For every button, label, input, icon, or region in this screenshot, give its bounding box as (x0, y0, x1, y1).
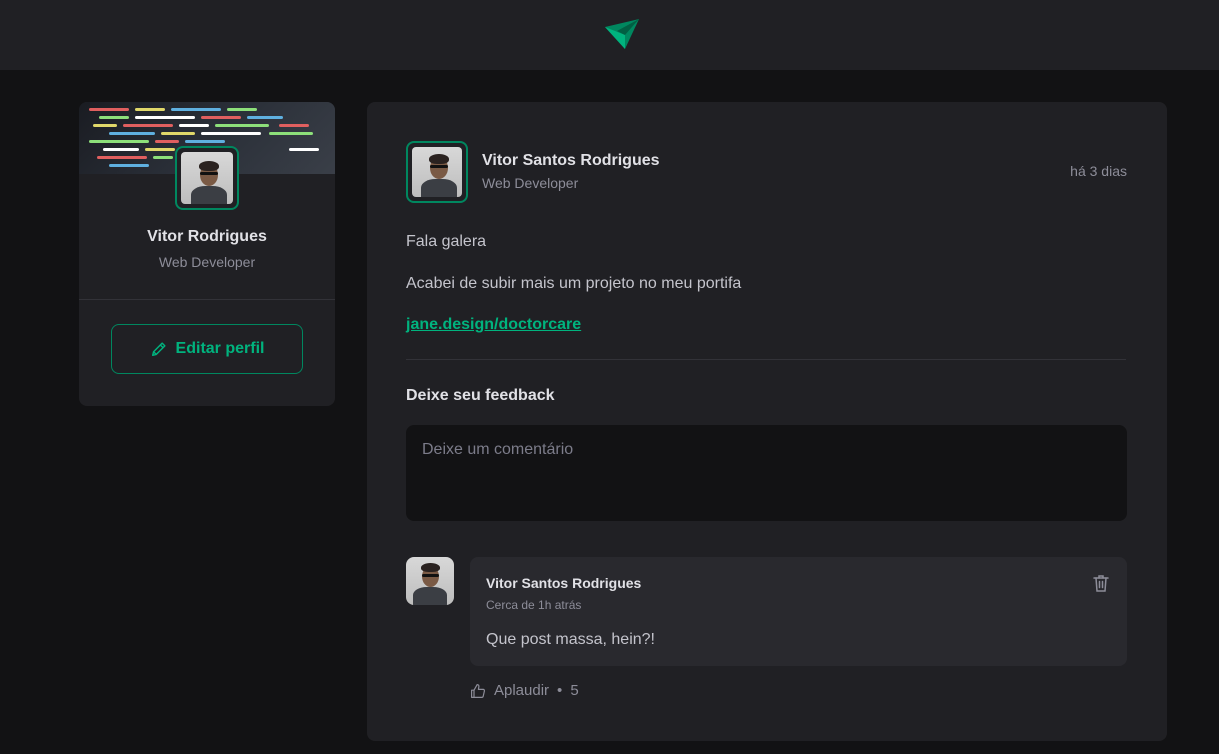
post-timestamp: há 3 dias (1070, 163, 1127, 179)
comment-timestamp: Cerca de 1h atrás (486, 598, 582, 612)
profile-avatar[interactable] (175, 146, 239, 210)
post-card: Vitor Santos Rodrigues Web Developer há … (367, 102, 1167, 741)
applaud-label: Aplaudir (494, 682, 550, 699)
profile-name: Vitor Rodrigues (147, 228, 267, 245)
comment-author-name: Vitor Santos Rodrigues (486, 575, 642, 591)
thumbs-up-icon (471, 683, 486, 698)
applaud-separator: • (557, 682, 563, 699)
profile-role: Web Developer (158, 254, 256, 270)
post-author-role: Web Developer (482, 175, 579, 191)
post-author-name: Vitor Santos Rodrigues (482, 152, 660, 169)
edit-profile-button[interactable]: Editar perfil (111, 324, 303, 374)
pencil-icon (151, 342, 166, 357)
post-paragraph: Acabei de subir mais um projeto no meu p… (406, 274, 742, 292)
comment-input[interactable] (406, 425, 1127, 521)
feedback-title: Deixe seu feedback (406, 387, 555, 404)
post-author-avatar[interactable] (406, 141, 468, 203)
applaud-button[interactable]: Aplaudir • 5 (470, 682, 579, 699)
ignite-feed-logo-icon (605, 19, 639, 49)
post-content: Fala galera Acabei de subir mais um proj… (406, 229, 1126, 354)
sidebar-divider (79, 299, 335, 300)
post-paragraph: Fala galera (406, 233, 487, 250)
profile-sidebar: Vitor Rodrigues Web Developer Editar per… (79, 102, 335, 406)
post-divider (406, 359, 1126, 360)
post-link[interactable]: jane.design/doctorcare (406, 316, 581, 333)
trash-icon[interactable] (1091, 573, 1111, 593)
comment-author-avatar[interactable] (406, 557, 454, 605)
comment-card: Vitor Santos Rodrigues Cerca de 1h atrás… (470, 557, 1127, 666)
app-header (0, 0, 1219, 70)
applaud-count: 5 (570, 682, 579, 699)
edit-profile-label: Editar perfil (175, 340, 265, 357)
comment-text: Que post massa, hein?! (486, 631, 655, 648)
